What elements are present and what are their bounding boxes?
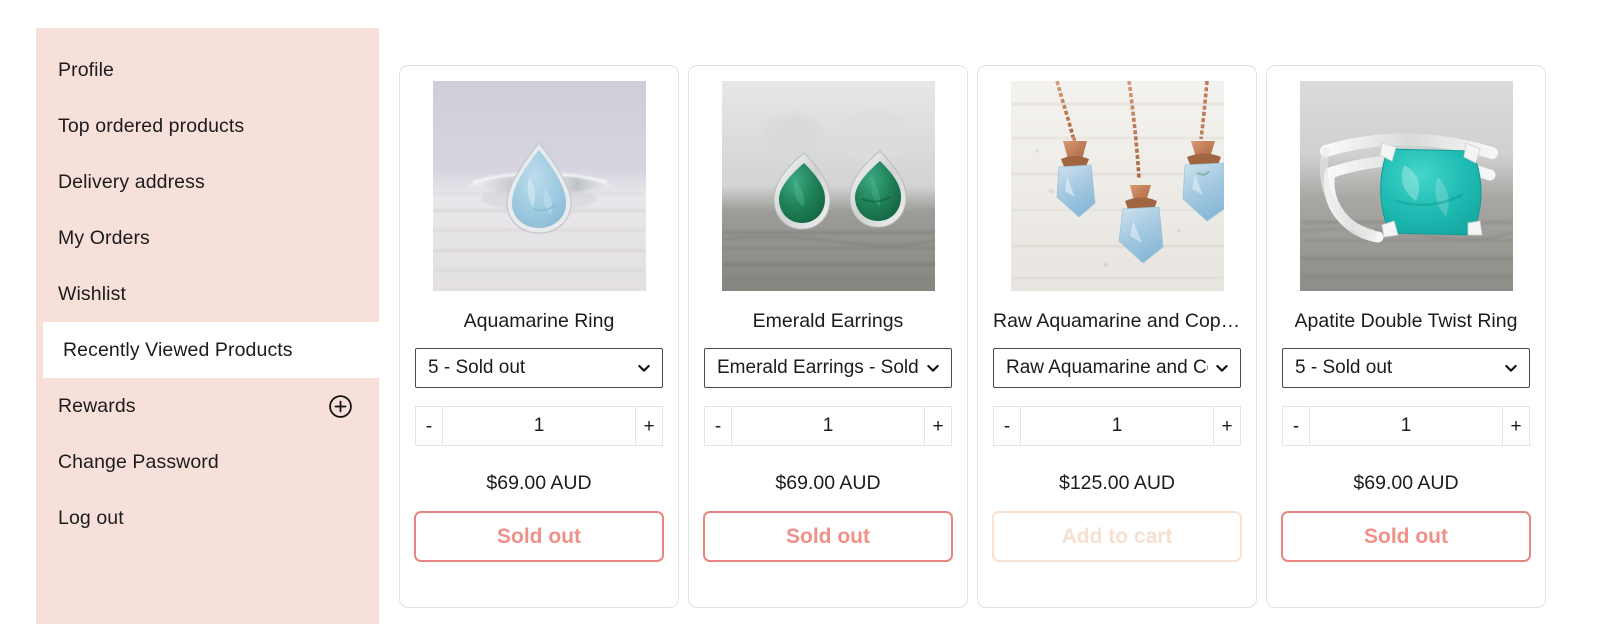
variant-select[interactable]: 5 - Sold out xyxy=(1282,348,1530,388)
chevron-down-icon xyxy=(636,360,652,376)
sidebar-item-wishlist[interactable]: Wishlist xyxy=(36,266,379,322)
plus-circle-icon[interactable] xyxy=(328,394,353,419)
account-recently-viewed-page: Profile Top ordered products Delivery addr… xyxy=(0,0,1600,624)
product-price: $69.00 AUD xyxy=(775,472,881,494)
quantity-stepper: -1 + xyxy=(1282,406,1530,446)
quantity-stepper: -1 + xyxy=(704,406,952,446)
sidebar-item-label: Change Password xyxy=(58,450,219,473)
product-card: Raw Aquamarine and Copper Necklace Raw Aq… xyxy=(977,65,1257,608)
quantity-decrement-button[interactable]: - xyxy=(1282,406,1310,446)
product-title[interactable]: Raw Aquamarine and Copper Necklace xyxy=(993,308,1241,334)
sidebar-item-label: Rewards xyxy=(58,394,136,417)
quantity-input[interactable]: 1 xyxy=(732,406,924,446)
product-price: $69.00 AUD xyxy=(486,472,592,494)
sidebar-item-rewards[interactable]: Rewards xyxy=(36,378,379,434)
product-title[interactable]: Emerald Earrings xyxy=(753,308,904,334)
product-price: $69.00 AUD xyxy=(1353,472,1459,494)
quantity-input[interactable]: 1 xyxy=(1310,406,1502,446)
sold-out-button: Sold out xyxy=(1281,511,1531,562)
sidebar-item-recently-viewed-products[interactable]: Recently Viewed Products xyxy=(43,322,379,378)
sidebar-item-label: Top ordered products xyxy=(58,114,245,137)
sidebar-item-label: Delivery address xyxy=(58,170,205,193)
variant-select[interactable]: 5 - Sold out xyxy=(415,348,663,388)
quantity-increment-button[interactable]: + xyxy=(1502,406,1530,446)
variant-select[interactable]: Emerald Earrings - Sold out xyxy=(704,348,952,388)
chevron-down-icon xyxy=(1214,360,1230,376)
product-card: Emerald Earrings Emerald Earrings - Sold … xyxy=(688,65,968,608)
sold-out-button: Sold out xyxy=(703,511,953,562)
sidebar-item-label: Recently Viewed Products xyxy=(63,338,293,361)
product-card: Apatite Double Twist Ring 5 - Sold out -1 +… xyxy=(1266,65,1546,608)
product-image[interactable] xyxy=(1010,81,1224,291)
sidebar-item-change-password[interactable]: Change Password xyxy=(36,434,379,490)
sold-out-button: Sold out xyxy=(414,511,664,562)
sidebar-item-profile[interactable]: Profile xyxy=(36,42,379,98)
quantity-input[interactable]: 1 xyxy=(1021,406,1213,446)
product-image[interactable] xyxy=(1299,81,1513,291)
account-sidebar: Profile Top ordered products Delivery addr… xyxy=(36,28,379,624)
quantity-input[interactable]: 1 xyxy=(443,406,635,446)
chevron-down-icon xyxy=(1503,360,1519,376)
product-image[interactable] xyxy=(721,81,935,291)
variant-select-value: Raw Aquamarine and Copper Necklace xyxy=(1006,357,1208,378)
product-image[interactable] xyxy=(432,81,646,291)
sidebar-item-top-ordered-products[interactable]: Top ordered products xyxy=(36,98,379,154)
quantity-increment-button[interactable]: + xyxy=(635,406,663,446)
quantity-stepper: -1 + xyxy=(415,406,663,446)
recently-viewed-product-grid: Aquamarine Ring 5 - Sold out -1 + $69.00 AUD… xyxy=(399,65,1546,608)
chevron-down-icon xyxy=(925,360,941,376)
product-card: Aquamarine Ring 5 - Sold out -1 + $69.00 AUD… xyxy=(399,65,679,608)
variant-select[interactable]: Raw Aquamarine and Copper Necklace xyxy=(993,348,1241,388)
variant-select-value: 5 - Sold out xyxy=(428,357,526,378)
variant-select-value: 5 - Sold out xyxy=(1295,357,1393,378)
quantity-increment-button[interactable]: + xyxy=(1213,406,1241,446)
sidebar-item-my-orders[interactable]: My Orders xyxy=(36,210,379,266)
sidebar-item-label: Profile xyxy=(58,58,114,81)
variant-select-value: Emerald Earrings - Sold out xyxy=(717,357,919,378)
product-title[interactable]: Apatite Double Twist Ring xyxy=(1295,308,1518,334)
quantity-stepper: -1 + xyxy=(993,406,1241,446)
quantity-decrement-button[interactable]: - xyxy=(704,406,732,446)
sidebar-item-delivery-address[interactable]: Delivery address xyxy=(36,154,379,210)
product-title[interactable]: Aquamarine Ring xyxy=(464,308,615,334)
sidebar-item-label: My Orders xyxy=(58,226,150,249)
product-price: $125.00 AUD xyxy=(1058,472,1175,494)
quantity-decrement-button[interactable]: - xyxy=(993,406,1021,446)
sidebar-item-label: Wishlist xyxy=(58,282,126,305)
sidebar-item-label: Log out xyxy=(58,506,124,529)
quantity-decrement-button[interactable]: - xyxy=(415,406,443,446)
sidebar-item-log-out[interactable]: Log out xyxy=(36,490,379,546)
quantity-increment-button[interactable]: + xyxy=(924,406,952,446)
add-to-cart-button[interactable]: Add to cart xyxy=(992,511,1242,562)
